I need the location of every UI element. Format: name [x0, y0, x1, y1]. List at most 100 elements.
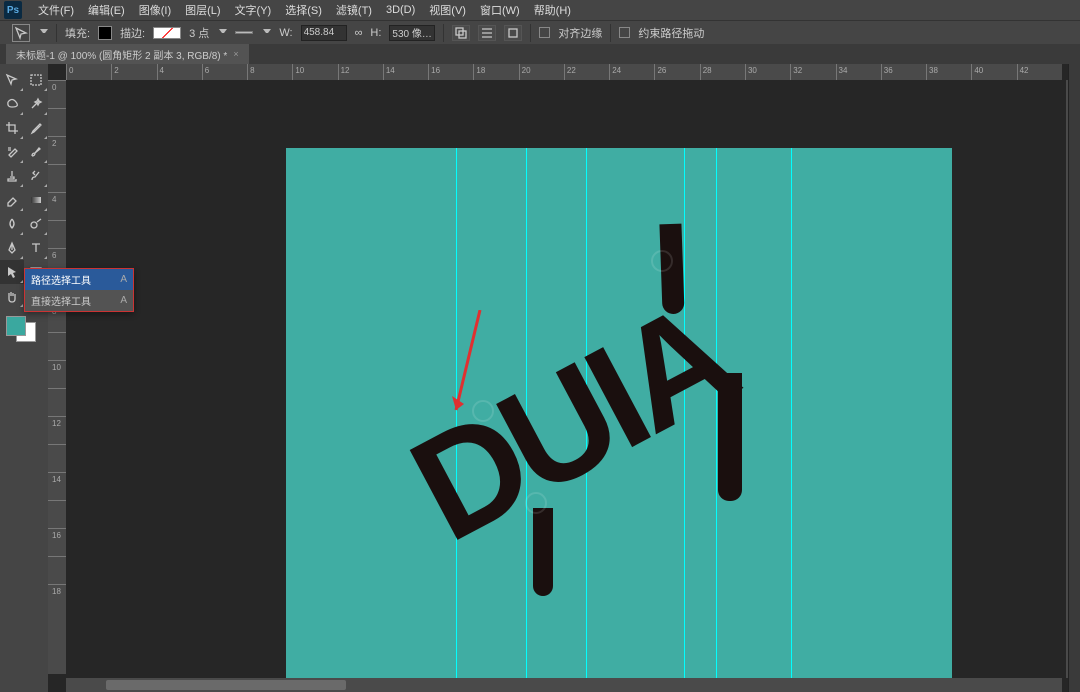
separator [56, 24, 57, 42]
app-logo: Ps [4, 1, 22, 19]
constrain-label: 约束路径拖动 [638, 25, 704, 41]
drip-shape[interactable] [718, 373, 742, 501]
stroke-width-dropdown[interactable] [219, 29, 227, 37]
healing-brush-tool[interactable] [0, 140, 24, 164]
pen-tool[interactable] [0, 236, 24, 260]
constrain-checkbox[interactable] [619, 27, 630, 38]
tool-flyout: 路径选择工具 A 直接选择工具 A [24, 268, 134, 312]
collapsed-panel-dock[interactable] [1068, 64, 1080, 692]
stroke-type-dropdown[interactable] [263, 29, 271, 37]
path-anchor-outline [651, 250, 673, 272]
flyout-item-label: 路径选择工具 [31, 272, 91, 287]
menu-file[interactable]: 文件(F) [32, 0, 80, 21]
width-input[interactable] [301, 25, 347, 41]
fill-label: 填充: [65, 25, 90, 41]
eyedropper-tool[interactable] [24, 116, 48, 140]
menu-edit[interactable]: 编辑(E) [82, 0, 131, 21]
ruler-tick: 26 [654, 64, 699, 80]
ruler-tick: 30 [745, 64, 790, 80]
move-tool[interactable] [0, 68, 24, 92]
ruler-tick [48, 500, 66, 528]
workspace: 路径选择工具 A 直接选择工具 A 0246810121416182022242… [0, 64, 1080, 692]
horizontal-scrollbar[interactable] [66, 678, 1062, 692]
height-input[interactable] [389, 25, 435, 41]
document-tab[interactable]: 未标题-1 @ 100% (圆角矩形 2 副本 3, RGB/8) * × [6, 44, 249, 65]
horizontal-ruler[interactable]: 024681012141618202224262830323436384042 [66, 64, 1062, 80]
ruler-tick: 12 [48, 416, 66, 444]
ruler-tick: 18 [48, 584, 66, 612]
eraser-tool[interactable] [0, 188, 24, 212]
gradient-tool[interactable] [24, 188, 48, 212]
stroke-type[interactable] [235, 31, 253, 34]
ruler-tick: 2 [48, 136, 66, 164]
magic-wand-tool[interactable] [24, 92, 48, 116]
path-selection-tool[interactable] [0, 260, 24, 284]
ruler-tick: 32 [790, 64, 835, 80]
type-tool[interactable] [24, 236, 48, 260]
foreground-color[interactable] [6, 316, 26, 336]
flyout-item-label: 直接选择工具 [31, 293, 91, 308]
menu-layer[interactable]: 图层(L) [179, 0, 226, 21]
brush-tool[interactable] [24, 140, 48, 164]
close-icon[interactable]: × [233, 49, 238, 59]
ruler-tick: 4 [157, 64, 202, 80]
vertical-ruler[interactable]: 024681012141618 [48, 80, 66, 674]
tool-panel [0, 64, 48, 692]
link-wh[interactable]: ∞ [355, 27, 363, 39]
ruler-tick: 0 [66, 64, 111, 80]
document-title: 未标题-1 @ 100% (圆角矩形 2 副本 3, RGB/8) * [16, 47, 227, 62]
path-arrange[interactable] [504, 25, 522, 41]
hand-tool[interactable] [0, 284, 24, 308]
history-brush-tool[interactable] [24, 164, 48, 188]
artboard[interactable]: DUIA [286, 148, 952, 692]
ruler-tick: 10 [48, 360, 66, 388]
color-swatches[interactable] [6, 316, 36, 342]
ruler-tick: 14 [48, 472, 66, 500]
menu-image[interactable]: 图像(I) [133, 0, 177, 21]
stamp-tool[interactable] [0, 164, 24, 188]
menu-type[interactable]: 文字(Y) [229, 0, 278, 21]
separator [530, 24, 531, 42]
menu-view[interactable]: 视图(V) [423, 0, 472, 21]
flyout-path-selection[interactable]: 路径选择工具 A [25, 269, 133, 290]
ruler-tick [48, 332, 66, 360]
dodge-tool[interactable] [24, 212, 48, 236]
menu-select[interactable]: 选择(S) [279, 0, 328, 21]
ruler-tick: 34 [836, 64, 881, 80]
separator [443, 24, 444, 42]
options-bar: 填充: 描边: 3 点 W: ∞ H: 对齐边缘 约束路径拖动 [0, 20, 1080, 44]
drip-shape[interactable] [533, 508, 553, 596]
tool-preset-dropdown[interactable] [40, 29, 48, 37]
blur-tool[interactable] [0, 212, 24, 236]
flyout-direct-selection[interactable]: 直接选择工具 A [25, 290, 133, 311]
path-op-combine[interactable] [452, 25, 470, 41]
ruler-tick [48, 556, 66, 584]
ruler-tick: 22 [564, 64, 609, 80]
guide-line[interactable] [791, 148, 792, 692]
menu-help[interactable]: 帮助(H) [528, 0, 577, 21]
ruler-tick [48, 444, 66, 472]
ruler-tick: 42 [1017, 64, 1062, 80]
ruler-tick: 16 [48, 528, 66, 556]
menu-window[interactable]: 窗口(W) [474, 0, 526, 21]
tool-preset-picker[interactable] [12, 24, 30, 42]
crop-tool[interactable] [0, 116, 24, 140]
ruler-tick: 4 [48, 192, 66, 220]
align-edges-checkbox[interactable] [539, 27, 550, 38]
fill-swatch[interactable] [98, 26, 112, 40]
menu-3d[interactable]: 3D(D) [380, 1, 421, 19]
ruler-tick: 6 [202, 64, 247, 80]
menu-filter[interactable]: 滤镜(T) [330, 0, 378, 21]
canvas-area: 024681012141618202224262830323436384042 … [48, 64, 1080, 692]
path-align[interactable] [478, 25, 496, 41]
ruler-tick: 12 [338, 64, 383, 80]
stroke-swatch[interactable] [153, 27, 181, 39]
document-tab-bar: 未标题-1 @ 100% (圆角矩形 2 副本 3, RGB/8) * × [0, 44, 1080, 64]
width-label: W: [279, 27, 292, 39]
lasso-tool[interactable] [0, 92, 24, 116]
separator [610, 24, 611, 42]
ruler-tick: 40 [971, 64, 1016, 80]
stroke-width[interactable]: 3 点 [189, 25, 209, 41]
marquee-tool[interactable] [24, 68, 48, 92]
artwork-text[interactable]: DUIA [385, 271, 756, 576]
